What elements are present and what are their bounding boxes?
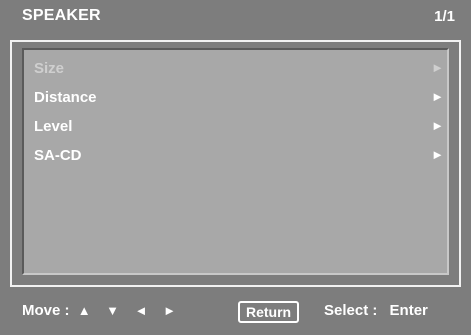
move-label: Move :	[22, 302, 70, 319]
direction-arrows-icon: ▲ ▼ ◄ ►	[77, 303, 182, 318]
menu-list: Size ► Distance ► Level ► SA-CD ►	[22, 48, 449, 275]
menu-item-label: Level	[34, 118, 73, 135]
right-arrow-icon: ►	[431, 60, 444, 75]
select-hint: Select : Enter	[324, 302, 428, 319]
right-arrow-icon: ►	[431, 118, 444, 133]
footer-bar: Move : ▲ ▼ ◄ ► Return Select : Enter	[0, 296, 471, 328]
header-bar: SPEAKER 1/1	[0, 0, 471, 36]
right-arrow-icon: ►	[431, 147, 444, 162]
menu-item-sa-cd[interactable]: SA-CD ►	[34, 145, 444, 167]
menu-title: SPEAKER	[22, 7, 101, 24]
menu-item-label: Size	[34, 60, 65, 77]
page-indicator: 1/1	[434, 8, 455, 25]
menu-item-label: SA-CD	[34, 147, 82, 164]
menu-item-distance[interactable]: Distance ►	[34, 87, 444, 109]
move-hint: Move : ▲ ▼ ◄ ►	[22, 302, 182, 319]
speaker-menu-screen: SPEAKER 1/1 Size ► Distance ► Level ► SA…	[0, 0, 471, 335]
menu-item-level[interactable]: Level ►	[34, 116, 444, 138]
select-label: Select :	[324, 302, 378, 319]
return-button[interactable]: Return	[238, 301, 300, 323]
right-arrow-icon: ►	[431, 89, 444, 104]
menu-panel: Size ► Distance ► Level ► SA-CD ►	[10, 40, 461, 287]
menu-item-size[interactable]: Size ►	[34, 58, 444, 80]
enter-label: Enter	[389, 302, 428, 319]
menu-item-label: Distance	[34, 89, 97, 106]
